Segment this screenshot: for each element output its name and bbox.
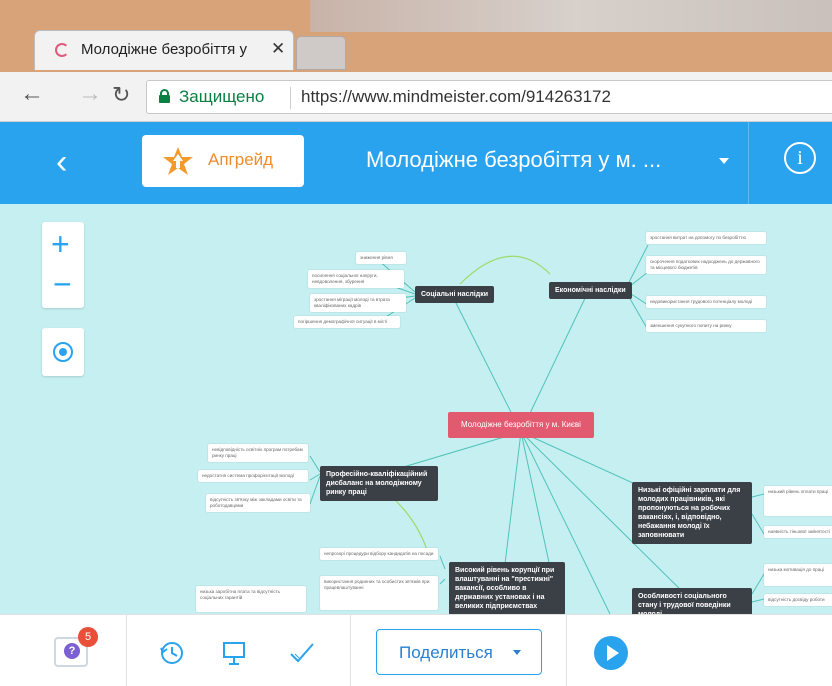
leaf-professional-1[interactable]: невідповідність освітніх програм потреба… bbox=[208, 444, 308, 462]
root-topic[interactable]: Молодіжне безробіття у м. Києві bbox=[448, 412, 594, 438]
topic-economic[interactable]: Економічні наслідки bbox=[549, 282, 632, 299]
browser-titlebar: Молодіжне безробіття у ✕ bbox=[0, 0, 832, 72]
play-icon bbox=[607, 645, 619, 661]
leaf-other-1[interactable]: низька заробітна плата та відсутність со… bbox=[196, 586, 306, 612]
tab-title: Молодіжне безробіття у bbox=[81, 41, 247, 58]
address-divider bbox=[290, 87, 291, 109]
url-text[interactable]: https://www.mindmeister.com/914263172 bbox=[301, 87, 611, 107]
mindmeister-favicon-icon bbox=[55, 43, 69, 57]
bottom-divider bbox=[566, 615, 567, 686]
leaf-wages-1[interactable]: низький рівень оплати праці bbox=[764, 486, 832, 516]
locate-icon-dot bbox=[59, 348, 67, 356]
topic-social[interactable]: Соціальні наслідки bbox=[415, 286, 494, 303]
leaf-professional-3[interactable]: відсутність зв'язку між закладами освіти… bbox=[206, 494, 310, 512]
map-title[interactable]: Молодіжне безробіття у м. ... bbox=[366, 147, 661, 173]
header-divider bbox=[748, 122, 749, 204]
leaf-economic-3[interactable]: недовикористання трудового потенціалу мо… bbox=[646, 296, 766, 308]
share-label: Поделиться bbox=[399, 643, 493, 662]
browser-tab-active[interactable]: Молодіжне безробіття у ✕ bbox=[34, 30, 294, 70]
center-map-button[interactable] bbox=[42, 328, 84, 376]
upgrade-star-icon bbox=[163, 147, 193, 175]
share-dropdown-icon bbox=[513, 650, 521, 655]
topic-corruption[interactable]: Високий рівень корупції при влаштуванні … bbox=[449, 562, 565, 614]
leaf-features-2[interactable]: відсутність досвіду роботи bbox=[764, 594, 832, 606]
leaf-social-2[interactable]: посилення соціальної напруги, невдоволен… bbox=[308, 270, 404, 288]
lock-icon bbox=[159, 89, 170, 103]
address-bar[interactable]: Защищено https://www.mindmeister.com/914… bbox=[146, 80, 832, 114]
leaf-social-1[interactable]: зниження рівня bbox=[356, 252, 406, 264]
zoom-controls: + − bbox=[42, 222, 84, 308]
app-header: ‹ Апгрейд Молодіжне безробіття у м. ... … bbox=[0, 122, 832, 204]
topic-professional[interactable]: Професійно-кваліфікаційний дисбаланс на … bbox=[320, 466, 438, 501]
leaf-features-1[interactable]: низька мотивація до праці bbox=[764, 564, 832, 586]
help-icon: ? bbox=[64, 643, 80, 659]
topic-wages[interactable]: Низькі офіційні зарплати для молодих пра… bbox=[632, 482, 752, 544]
browser-toolbar: ← → ↻ Защищено https://www.mindmeister.c… bbox=[0, 72, 832, 122]
bottom-toolbar: ? 5 Поделиться bbox=[0, 614, 832, 686]
reload-icon[interactable]: ↻ bbox=[112, 82, 130, 108]
bottom-divider bbox=[126, 615, 127, 686]
back-arrow-icon[interactable]: ← bbox=[20, 80, 44, 108]
window: Молодіжне безробіття у ✕ ← → ↻ Защищено … bbox=[0, 0, 832, 686]
leaf-economic-2[interactable]: скорочення податкових надходжень до держ… bbox=[646, 256, 766, 274]
leaf-corruption-2[interactable]: використання родинних та особистих зв'яз… bbox=[320, 576, 438, 610]
tab-close-icon[interactable]: ✕ bbox=[271, 39, 285, 59]
topic-features[interactable]: Особливості соціального стану і трудової… bbox=[632, 588, 752, 614]
zoom-out-button[interactable]: − bbox=[53, 266, 72, 302]
presentation-icon[interactable] bbox=[220, 639, 248, 667]
leaf-economic-1[interactable]: зростання витрат на допомогу по безробіт… bbox=[646, 232, 766, 244]
mindmap-canvas[interactable]: + − Молодіжне безробіття у м. Києві Соці… bbox=[0, 204, 832, 614]
history-icon[interactable] bbox=[158, 639, 186, 667]
blurred-bookmarks bbox=[310, 0, 832, 32]
leaf-economic-4[interactable]: зменшення сукупного попиту на ринку bbox=[646, 320, 766, 332]
upgrade-button[interactable]: Апгрейд bbox=[142, 135, 304, 187]
leaf-professional-2[interactable]: недостатня система профорієнтації молоді bbox=[198, 470, 308, 482]
new-tab-button[interactable] bbox=[296, 36, 346, 70]
bottom-divider bbox=[350, 615, 351, 686]
forward-arrow-icon[interactable]: → bbox=[78, 80, 102, 108]
secure-label: Защищено bbox=[179, 87, 265, 106]
upgrade-label: Апгрейд bbox=[208, 150, 274, 169]
notification-badge: 5 bbox=[78, 627, 98, 647]
task-check-icon[interactable] bbox=[288, 639, 316, 667]
back-chevron-icon[interactable]: ‹ bbox=[56, 142, 67, 182]
share-button[interactable]: Поделиться bbox=[376, 629, 542, 675]
leaf-social-3[interactable]: зростання міграції молоді та втрата квал… bbox=[310, 294, 406, 312]
play-presentation-button[interactable] bbox=[594, 636, 628, 670]
leaf-social-4[interactable]: погіршення демографічної ситуації в міст… bbox=[294, 316, 400, 328]
leaf-corruption-1[interactable]: непрозорі процедури відбору кандидатів н… bbox=[320, 548, 438, 560]
leaf-wages-2[interactable]: наявність тіньової зайнятості bbox=[764, 526, 832, 538]
title-dropdown-icon[interactable] bbox=[719, 158, 729, 164]
info-icon[interactable]: i bbox=[784, 142, 816, 174]
zoom-in-button[interactable]: + bbox=[51, 226, 70, 262]
